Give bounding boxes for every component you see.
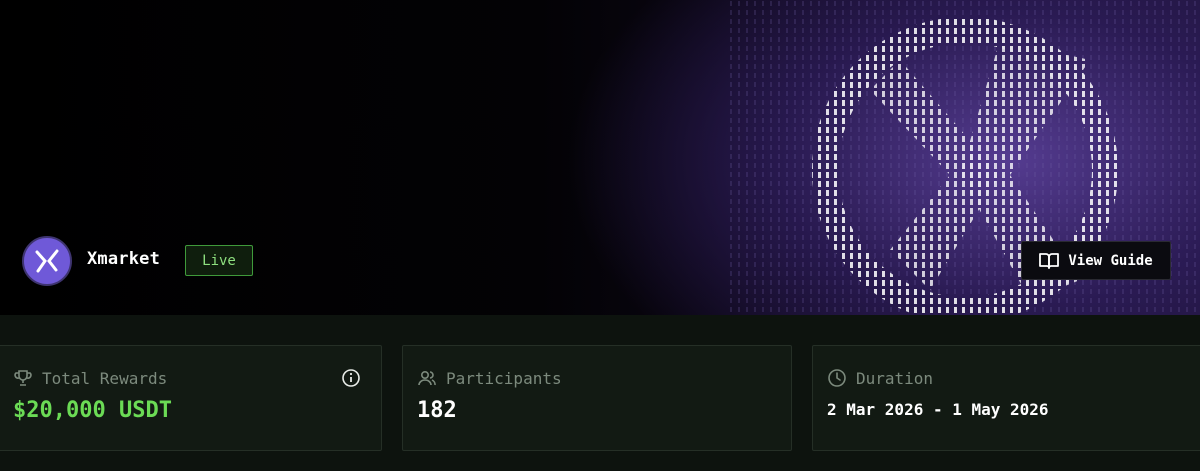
trophy-icon <box>14 370 32 386</box>
duration-card: Duration 2 Mar 2026 - 1 May 2026 <box>812 345 1200 451</box>
total-rewards-card: Total Rewards $20,000 USDT <box>0 345 382 451</box>
duration-label: Duration <box>856 368 934 388</box>
project-name: Xmarket <box>87 249 161 269</box>
clock-icon <box>828 369 846 387</box>
info-icon[interactable] <box>341 368 361 388</box>
participants-label: Participants <box>446 368 562 388</box>
duration-value: 2 Mar 2026 - 1 May 2026 <box>827 400 1049 419</box>
status-badge: Live <box>185 245 253 276</box>
book-icon <box>1039 252 1060 269</box>
xmarket-logo-icon <box>22 236 72 286</box>
stats-panel: Total Rewards $20,000 USDT Participants … <box>0 315 1200 471</box>
view-guide-button[interactable]: View Guide <box>1021 241 1171 280</box>
total-rewards-value: $20,000 USDT <box>13 398 172 423</box>
hero-logo-pattern <box>730 0 1200 315</box>
users-icon <box>418 370 436 386</box>
participants-card: Participants 182 <box>402 345 792 451</box>
hero-banner: Xmarket Live View Guide <box>0 0 1200 315</box>
total-rewards-label: Total Rewards <box>42 368 168 388</box>
participants-value: 182 <box>417 398 457 423</box>
view-guide-label: View Guide <box>1068 252 1153 269</box>
